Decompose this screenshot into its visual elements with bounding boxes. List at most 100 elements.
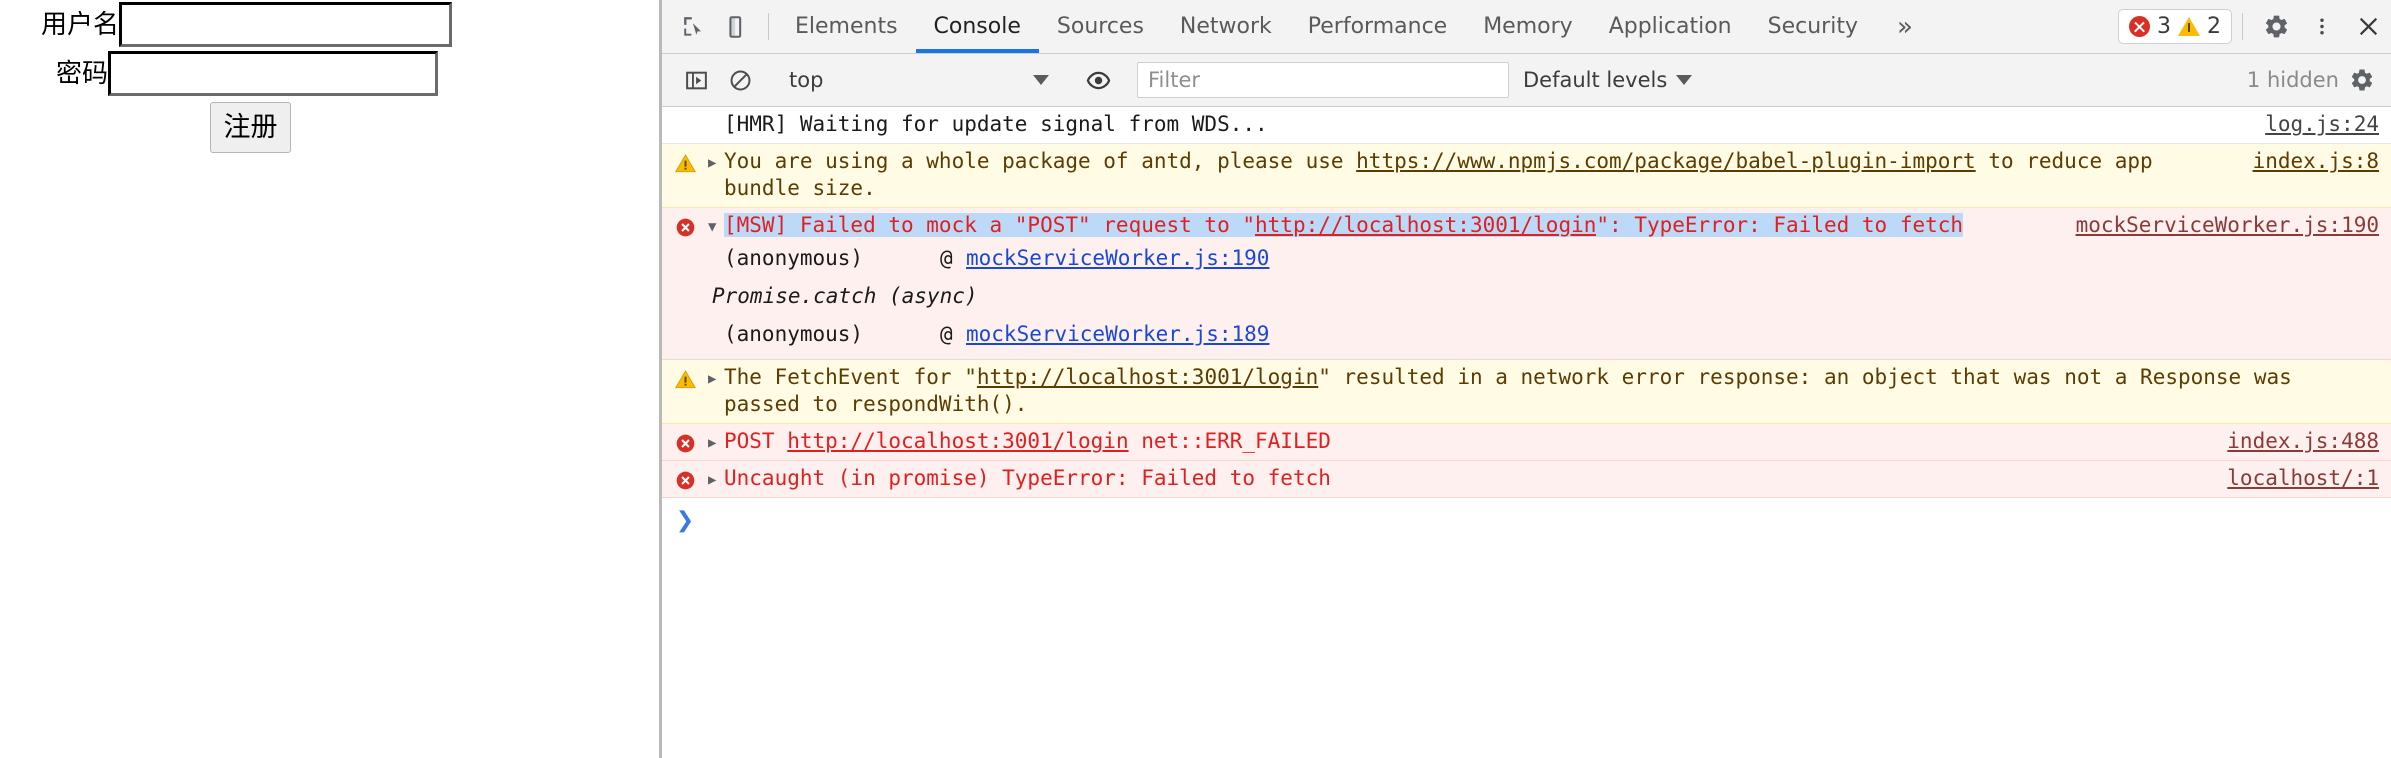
tab-performance[interactable]: Performance	[1290, 0, 1465, 53]
tab-label: Performance	[1307, 14, 1448, 39]
password-label: 密码	[56, 58, 109, 89]
tab-label: Elements	[795, 14, 898, 39]
console-message-source[interactable]: index.js:8	[2235, 148, 2391, 175]
username-row: 用户名	[0, 0, 659, 49]
password-input[interactable]	[108, 51, 439, 96]
console-message-text: POST http://localhost:3001/login net::ER…	[724, 428, 2209, 455]
console-message-warning[interactable]: ▶ You are using a whole package of antd,…	[662, 144, 2391, 208]
msg-prefix: Uncaught (in promise) TypeError: Failed …	[724, 466, 1331, 490]
tab-console[interactable]: Console	[916, 0, 1039, 53]
submit-row: 注册	[0, 102, 659, 153]
stack-location[interactable]: mockServiceWorker.js:189	[966, 315, 1269, 353]
msg-link[interactable]: http://localhost:3001/login	[787, 429, 1128, 453]
signup-button[interactable]: 注册	[210, 102, 291, 153]
console-toolbar: top Default levels 1 hidden	[662, 54, 2391, 107]
stack-async-label: Promise.catch (async)	[712, 284, 978, 308]
msg-prefix: You are using a whole package of antd, p…	[724, 149, 1357, 173]
msg-link[interactable]: http://localhost:3001/login	[977, 365, 1318, 389]
console-message-log[interactable]: [HMR] Waiting for update signal from WDS…	[662, 107, 2391, 144]
console-message-text: The FetchEvent for "http://localhost:300…	[724, 364, 2361, 418]
tab-security[interactable]: Security	[1750, 0, 1876, 53]
tab-label: Sources	[1056, 14, 1144, 39]
console-levels-label: Default levels	[1523, 68, 1668, 92]
tab-label: Security	[1767, 14, 1858, 39]
tab-memory[interactable]: Memory	[1465, 0, 1590, 53]
devtools-tabbar: Elements Console Sources Network Perform…	[662, 0, 2391, 54]
console-levels-select[interactable]: Default levels	[1523, 68, 1693, 92]
hidden-messages-count[interactable]: 1 hidden	[2247, 68, 2339, 92]
web-page-content: 用户名 密码 注册	[0, 0, 659, 758]
password-row: 密码	[0, 49, 659, 98]
tabbar-spacer	[1934, 0, 2118, 53]
console-message-text: [MSW] Failed to mock a "POST" request to…	[724, 212, 2058, 239]
tab-sources[interactable]: Sources	[1039, 0, 1162, 53]
stack-function: (anonymous)	[724, 322, 864, 346]
stack-location[interactable]: mockServiceWorker.js:190	[966, 239, 1269, 277]
console-settings-gear-icon[interactable]	[2339, 67, 2385, 93]
live-expression-icon[interactable]	[1076, 67, 1120, 94]
more-tabs-icon[interactable]: »	[1876, 0, 1934, 53]
msg-link[interactable]: https://www.npmjs.com/package/babel-plug…	[1356, 149, 1976, 173]
console-message-text: [HMR] Waiting for update signal from WDS…	[724, 112, 1268, 136]
stack-frame[interactable]: (anonymous) @ mockServiceWorker.js:190	[662, 239, 2391, 277]
console-message-source[interactable]: index.js:488	[2209, 428, 2391, 455]
console-message-text: Uncaught (in promise) TypeError: Failed …	[724, 465, 2209, 492]
console-message-source[interactable]: mockServiceWorker.js:190	[2058, 212, 2391, 239]
message-expander[interactable]: ▶	[708, 364, 724, 389]
chevron-down-icon	[1033, 75, 1049, 85]
toolbar-divider	[768, 13, 769, 40]
console-message-error[interactable]: ▶ Uncaught (in promise) TypeError: Faile…	[662, 461, 2391, 498]
tab-network[interactable]: Network	[1162, 0, 1290, 53]
console-message-error[interactable]: ▼ [MSW] Failed to mock a "POST" request …	[662, 208, 2391, 239]
message-level-icon-slot	[662, 111, 708, 115]
more-options-icon[interactable]	[2299, 0, 2345, 53]
execution-context-select[interactable]: top	[779, 63, 1059, 97]
msg-prefix: [MSW] Failed to mock a "POST" request to…	[724, 213, 1256, 237]
devtools-panel: Elements Console Sources Network Perform…	[659, 0, 2391, 758]
tab-label: Network	[1179, 14, 1272, 39]
stack-async-marker: Promise.catch (async)	[662, 277, 2391, 315]
tab-application[interactable]: Application	[1591, 0, 1750, 53]
console-message-warning[interactable]: ▶ The FetchEvent for "http://localhost:3…	[662, 360, 2391, 424]
console-message-list[interactable]: [HMR] Waiting for update signal from WDS…	[662, 107, 2391, 758]
console-prompt[interactable]: ❯	[662, 498, 2391, 535]
message-expander[interactable]: ▶	[708, 148, 724, 173]
chevron-down-icon	[1676, 75, 1693, 85]
device-toolbar-icon[interactable]	[716, 0, 760, 53]
msg-prefix: The FetchEvent for "	[724, 365, 977, 389]
msg-prefix: POST	[724, 429, 788, 453]
issues-badge[interactable]: 3 2	[2118, 9, 2232, 44]
warning-count-icon	[2178, 17, 2200, 36]
tab-label: Console	[933, 14, 1021, 39]
message-expander[interactable]: ▶	[708, 465, 724, 490]
gear-icon[interactable]	[2253, 0, 2299, 53]
error-icon	[662, 465, 708, 492]
msg-link[interactable]: http://localhost:3001/login	[1255, 213, 1597, 237]
console-message-source[interactable]: localhost/:1	[2209, 465, 2391, 492]
message-expander	[708, 111, 724, 116]
clear-console-icon[interactable]	[718, 68, 762, 93]
tab-elements[interactable]: Elements	[777, 0, 916, 53]
stack-frame[interactable]: (anonymous) @ mockServiceWorker.js:189	[662, 315, 2391, 353]
console-message-source[interactable]: log.js:24	[2247, 111, 2391, 138]
message-expander[interactable]: ▼	[708, 212, 724, 237]
execution-context-value: top	[789, 68, 824, 92]
stack-function: (anonymous)	[724, 246, 864, 270]
console-filter-input[interactable]	[1137, 62, 1509, 98]
console-prompt-input[interactable]	[708, 507, 2391, 535]
error-icon	[662, 428, 708, 455]
tab-label: Memory	[1483, 14, 1573, 39]
message-expander[interactable]: ▶	[708, 428, 724, 453]
error-icon	[662, 212, 708, 239]
console-sidebar-icon[interactable]	[674, 68, 718, 93]
stack-at-symbol: @	[940, 246, 953, 270]
tab-label: Application	[1608, 14, 1732, 39]
msg-suffix: ": TypeError: Failed to fetch	[1596, 213, 1964, 237]
console-stack-trace: (anonymous) @ mockServiceWorker.js:190 P…	[662, 239, 2391, 360]
close-icon[interactable]	[2345, 0, 2391, 53]
toolbar-divider-right	[2242, 13, 2243, 40]
error-count-icon	[2129, 16, 2150, 37]
console-message-error[interactable]: ▶ POST http://localhost:3001/login net::…	[662, 424, 2391, 461]
username-input[interactable]	[119, 2, 453, 47]
inspect-element-icon[interactable]	[672, 0, 716, 53]
